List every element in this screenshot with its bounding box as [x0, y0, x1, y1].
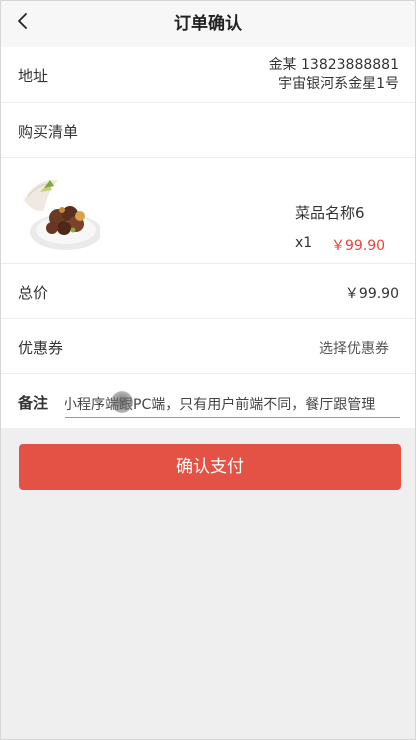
- item-quantity: x1: [295, 235, 313, 251]
- address-row[interactable]: 地址 金某 13823888881 宇宙银河系金星1号: [1, 47, 415, 103]
- order-item: 菜品名称6 x1 ￥99.90: [1, 158, 415, 264]
- total-value: ￥99.90: [344, 286, 399, 302]
- address-name-phone: 金某 13823888881: [268, 57, 399, 73]
- chevron-left-icon: [15, 12, 31, 34]
- back-button[interactable]: [9, 9, 37, 37]
- purchase-list-row: 购买清单: [1, 103, 415, 158]
- coupon-row[interactable]: 优惠券 选择优惠券: [1, 319, 415, 374]
- address-value: 金某 13823888881 宇宙银河系金星1号: [269, 56, 399, 94]
- address-detail: 宇宙银河系金星1号: [278, 76, 399, 92]
- address-label: 地址: [18, 67, 49, 85]
- item-price: ￥99.90: [331, 238, 386, 254]
- dish-name: 菜品名称6: [295, 204, 365, 222]
- app-frame: 订单确认 地址 金某 13823888881 宇宙银河系金星1号 购买清单 菜品…: [0, 0, 416, 740]
- remark-label: 备注: [18, 394, 49, 412]
- total-label: 总价: [18, 284, 49, 302]
- select-coupon-link[interactable]: 选择优惠券: [319, 338, 389, 358]
- total-row: 总价 ￥99.90: [1, 264, 415, 319]
- dish-thumbnail: [18, 170, 100, 252]
- touch-indicator: [111, 391, 133, 413]
- page-title: 订单确认: [174, 14, 242, 34]
- coupon-label: 优惠券: [18, 339, 64, 357]
- purchase-list-label: 购买清单: [18, 123, 79, 141]
- confirm-pay-button[interactable]: 确认支付: [19, 444, 401, 490]
- top-bar: 订单确认: [1, 1, 415, 47]
- remark-row: 备注: [1, 374, 415, 428]
